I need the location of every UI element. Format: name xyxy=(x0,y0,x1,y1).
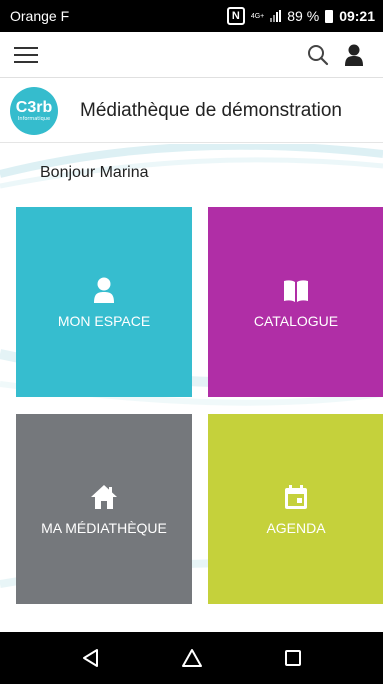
tile-catalogue[interactable]: CATALOGUE xyxy=(208,207,383,397)
status-indicators: N 4G+ 89 % 09:21 xyxy=(226,7,375,25)
book-icon xyxy=(282,275,310,303)
nfc-icon: N xyxy=(226,7,245,25)
system-nav-bar xyxy=(0,632,383,684)
recents-icon[interactable] xyxy=(273,638,313,678)
network-type: 4G+ xyxy=(250,12,265,20)
carrier-name: Orange F xyxy=(10,8,70,24)
tile-label: CATALOGUE xyxy=(253,313,339,329)
library-name: Médiathèque de démonstration xyxy=(80,99,342,121)
greeting-text: Bonjour Marina xyxy=(40,164,149,181)
calendar-icon xyxy=(284,482,308,510)
hamburger-icon[interactable] xyxy=(14,46,38,63)
search-icon[interactable] xyxy=(303,40,333,70)
logo-text: C3rb xyxy=(15,98,53,116)
clock: 09:21 xyxy=(339,8,375,24)
user-icon[interactable] xyxy=(339,40,369,70)
tile-label: AGENDA xyxy=(266,520,326,536)
battery-percent: 89 % xyxy=(287,8,320,24)
tile-mon-espace[interactable]: MON ESPACE xyxy=(16,207,192,397)
app-bar xyxy=(0,32,383,78)
back-icon[interactable] xyxy=(71,638,111,678)
user-icon xyxy=(93,275,115,303)
library-logo: C3rb Informatique xyxy=(10,86,58,135)
logo-subtext: Informatique xyxy=(17,115,51,122)
library-header: C3rb Informatique Médiathèque de démonst… xyxy=(0,79,383,143)
home-icon xyxy=(90,482,118,510)
tile-agenda[interactable]: AGENDA xyxy=(208,414,383,604)
signal-icon xyxy=(270,10,282,22)
home-icon[interactable] xyxy=(172,638,212,678)
tile-label: MA MÉDIATHÈQUE xyxy=(41,520,167,536)
home-content: Bonjour Marina MON ESPACE CATALOGUE MA M… xyxy=(0,144,383,632)
tile-label: MON ESPACE xyxy=(57,313,151,329)
status-bar: Orange F N 4G+ 89 % 09:21 xyxy=(0,0,383,32)
battery-icon xyxy=(325,9,334,23)
tile-ma-mediatheque[interactable]: MA MÉDIATHÈQUE xyxy=(16,414,192,604)
